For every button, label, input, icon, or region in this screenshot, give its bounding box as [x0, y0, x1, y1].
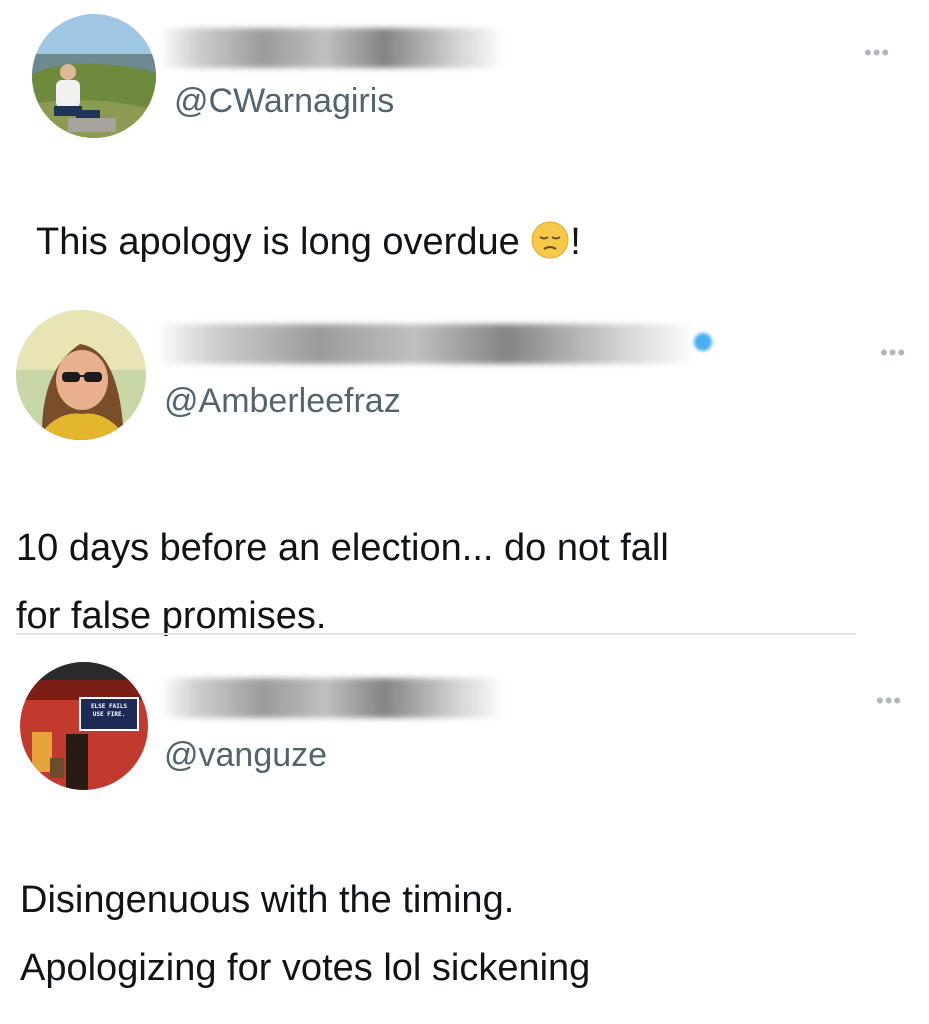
tweet-text: Disingenuous with the timing. Apologizin…	[20, 866, 590, 1002]
avatar[interactable]	[32, 14, 156, 138]
avatar-photo	[16, 310, 146, 440]
redacted-display-name	[160, 28, 505, 68]
more-options-icon[interactable]: •••	[880, 340, 906, 366]
avatar-photo	[32, 14, 156, 138]
avatar-sign-text: ELSE FAILS USE FIRE.	[83, 703, 135, 719]
avatar[interactable]	[16, 310, 146, 440]
pensive-face-icon	[530, 214, 570, 259]
redacted-display-name	[156, 324, 696, 364]
divider	[16, 633, 856, 635]
tweet-3: ELSE FAILS USE FIRE. @vanguze ••• Dising…	[0, 640, 929, 1024]
tweet-1: @CWarnagiris ••• This apology is long ov…	[0, 0, 929, 300]
tweet-text: This apology is long overdue !	[36, 208, 581, 276]
tweet-2: @Amberleefraz ••• 10 days before an elec…	[0, 300, 929, 640]
tweet-text-line-1: Disingenuous with the timing.	[20, 879, 515, 921]
tweet-text-line-2: Apologizing for votes lol sickening	[20, 947, 591, 989]
avatar-sign-line-1: ELSE FAILS	[90, 703, 128, 710]
user-handle[interactable]: @vanguze	[164, 736, 327, 775]
user-handle[interactable]: @Amberleefraz	[164, 382, 401, 421]
redacted-display-name	[160, 678, 505, 718]
more-options-icon[interactable]: •••	[876, 688, 902, 714]
avatar-sign-line-2: USE FIRE.	[92, 711, 126, 718]
avatar[interactable]: ELSE FAILS USE FIRE.	[20, 662, 148, 790]
tweet-text-line-1: 10 days before an election... do not fal…	[16, 527, 669, 569]
tweet-text-exclaim: !	[570, 221, 581, 263]
verified-badge-icon	[694, 333, 712, 351]
tweet-text: 10 days before an election... do not fal…	[16, 514, 669, 650]
user-handle[interactable]: @CWarnagiris	[174, 82, 394, 121]
tweet-text-main: This apology is long overdue	[36, 221, 531, 263]
avatar-photo	[20, 662, 148, 790]
more-options-icon[interactable]: •••	[864, 40, 890, 66]
